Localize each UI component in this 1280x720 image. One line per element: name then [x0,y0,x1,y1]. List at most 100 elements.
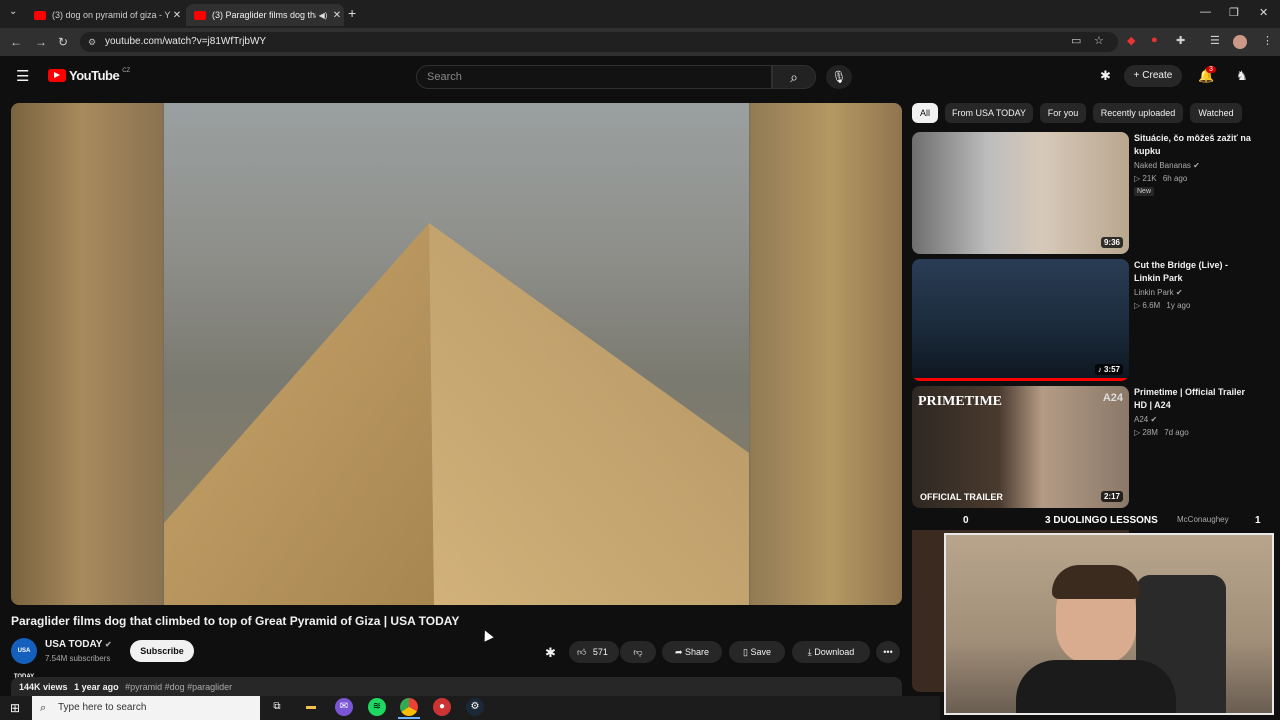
subscribe-button[interactable]: Subscribe [130,640,194,662]
video-frame [164,103,749,605]
channel-avatar[interactable]: USA TODAY [11,638,37,680]
verified-icon: ✔ [1175,288,1183,297]
dislike-button[interactable]: 👎︎ [620,641,656,663]
recommendation-meta: ▷ 21K 6h ago [1134,174,1188,183]
forward-icon[interactable]: → [35,35,47,49]
video-title: Paraglider films dog that climbed to top… [11,614,460,628]
browser-tab-1[interactable]: (3) dog on pyramid of giza - You ✕ [26,4,184,26]
save-button[interactable]: ▯ Save [729,641,785,663]
extensions-puzzle-icon[interactable]: ✚ [1176,34,1185,47]
search-input[interactable]: Search [416,65,772,89]
recommendation-thumbnail[interactable]: 9:36 [912,132,1129,254]
create-button[interactable]: + Create [1124,65,1182,87]
verified-icon: ✔ [105,640,112,649]
stream-overlay-bar: 0 3 DUOLINGO LESSONS McConaughey 1 [912,512,1280,530]
more-actions-button[interactable]: ••• [876,641,900,663]
ask-ai-icon[interactable]: ✱ [545,645,556,661]
share-icon: ➦ [674,647,683,657]
recommendation-thumbnail[interactable]: PRIMETIME A24 OFFICIAL TRAILER 2:17 [912,386,1129,508]
browser-tab-2[interactable]: (3) Paraglider films dog that ◀) ✕ [186,4,344,26]
subscriber-count: 7.54M subscribers [45,654,111,663]
adblock-icon[interactable]: ● [1151,34,1158,46]
like-count: 571 [592,647,608,657]
like-button[interactable]: 👍︎ 571 [569,641,619,663]
install-app-icon[interactable]: ▭ [1071,34,1081,47]
chip-all[interactable]: All [912,103,938,123]
minimize-icon[interactable]: — [1200,6,1211,18]
new-tab-button[interactable]: + [348,5,356,21]
account-avatar-icon[interactable]: ♞ [1236,68,1248,84]
overlay-left-count: 0 [963,515,969,526]
pyramid-image [164,223,749,605]
site-info-icon[interactable]: ⚙ [88,32,96,52]
windows-start-icon[interactable]: ⊞ [10,701,20,715]
address-bar[interactable]: ⚙ youtube.com/watch?v=j81WfTrjbWY [80,32,1118,52]
recommendation-title[interactable]: Cut the Bridge (Live) - Linkin Park [1134,259,1254,285]
chip-for-you[interactable]: For you [1040,103,1086,123]
hamburger-menu-icon[interactable]: ☰ [16,67,29,85]
youtube-favicon-icon [34,10,46,20]
extension-icon[interactable]: ◆ [1127,34,1135,47]
progress-bar [912,378,1129,381]
speaker-icon[interactable]: ◀) [316,11,330,20]
video-duration: ♪ 3:57 [1094,364,1123,375]
reload-icon[interactable]: ↻ [58,35,68,49]
chrome-icon[interactable] [400,698,418,716]
recommendation-title[interactable]: Primetime | Official Trailer HD | A24 [1134,386,1254,412]
youtube-logo[interactable]: YouTube CZ [48,68,130,83]
webcam-overlay [944,533,1274,715]
search-button[interactable]: ⌕ [772,65,816,89]
recommendation-channel[interactable]: Linkin Park ✔ [1134,288,1183,297]
chip-recently-uploaded[interactable]: Recently uploaded [1093,103,1183,123]
create-label: Create [1142,70,1173,81]
recommendation-channel[interactable]: A24 ✔ [1134,415,1157,424]
profile-avatar[interactable] [1233,35,1247,49]
chip-from-usa-today[interactable]: From USA TODAY [945,103,1033,123]
tab-title: (3) Paraglider films dog that [212,10,316,20]
app-icon[interactable]: ● [433,698,451,716]
messenger-icon[interactable]: ✉ [335,698,353,716]
steam-icon[interactable]: ⚙ [466,698,484,716]
reading-list-icon[interactable]: ☰ [1210,34,1220,47]
person-hair [1052,565,1140,599]
views-play-icon: ▷ [1134,428,1141,437]
music-note-icon: ♪ [1097,365,1102,374]
thumbnail-a24-text: A24 [1102,392,1123,404]
recommendation-title[interactable]: Situácie, čo môžeš zažiť na kupku [1134,132,1254,158]
download-icon: ⤓ [807,647,812,657]
mouse-cursor-icon [480,628,494,642]
taskbar-search-input[interactable]: ⌕ Type here to search [32,696,260,720]
close-tab-icon[interactable]: ✕ [170,10,184,21]
restore-icon[interactable]: ❐ [1229,6,1239,19]
share-button[interactable]: ➦ Share [662,641,722,663]
video-duration: 2:17 [1100,491,1123,502]
voice-search-button[interactable]: 🎙 [826,65,852,89]
chip-watched[interactable]: Watched [1190,103,1242,123]
back-icon[interactable]: ← [10,35,22,49]
tab-list-chevron-icon[interactable]: ⌄ [9,6,17,17]
task-view-icon[interactable]: ⧉ [268,698,286,716]
spotify-icon[interactable]: ≋ [368,698,386,716]
overlay-behind-text: McConaughey [1177,515,1229,524]
close-window-icon[interactable]: ✕ [1259,6,1268,19]
video-player[interactable] [11,103,902,605]
close-tab-icon[interactable]: ✕ [330,10,344,21]
active-app-indicator [398,717,420,719]
recommendation-meta: ▷ 28M 7d ago [1134,428,1189,437]
verified-icon: ✔ [1150,415,1158,424]
hashtags[interactable]: #pyramid #dog #paraglider [125,682,232,692]
recommendation-thumbnail[interactable]: ♪ 3:57 [912,259,1129,381]
tab-title: (3) dog on pyramid of giza - You [52,10,170,20]
download-button[interactable]: ⤓ Download [792,641,870,663]
youtube-wordmark: YouTube [69,68,120,83]
description-box[interactable]: 144K views 1 year ago #pyramid #dog #par… [11,677,902,697]
channel-name[interactable]: USA TODAY ✔ [45,639,112,650]
bookmark-star-icon[interactable]: ☆ [1094,34,1104,47]
views-play-icon: ▷ [1134,301,1141,310]
gemini-spark-icon[interactable]: ✱ [1100,68,1111,84]
file-explorer-icon[interactable]: ▬ [302,698,320,716]
browser-menu-icon[interactable]: ⋮ [1262,34,1273,47]
browser-tab-strip: ⌄ (3) dog on pyramid of giza - You ✕ (3)… [0,0,1280,28]
thumbnail-brand-text: PRIMETIME [918,394,1002,409]
recommendation-channel[interactable]: Naked Bananas ✔ [1134,161,1200,170]
